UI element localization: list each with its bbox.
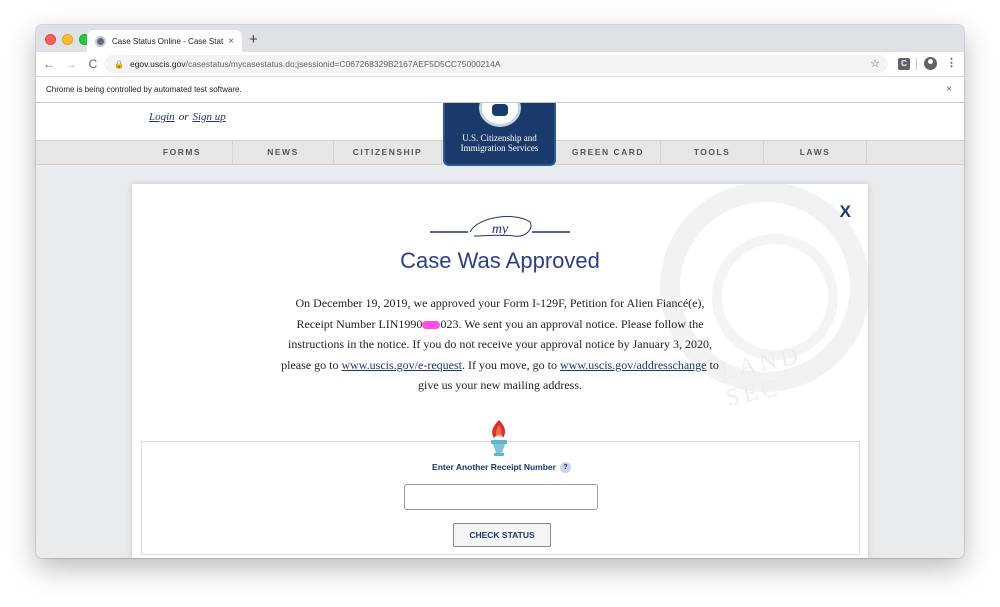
infobar-close-icon[interactable]: ×: [946, 84, 952, 95]
tab-close-icon[interactable]: ×: [228, 36, 234, 47]
status-text-part-3: . If you move, go to: [461, 357, 560, 372]
close-window-button[interactable]: [45, 34, 56, 45]
login-link[interactable]: Login: [149, 111, 175, 123]
receipt-label: Enter Another Receipt Number?: [142, 462, 861, 474]
case-status-text: On December 19, 2019, we approved your F…: [278, 293, 722, 396]
auth-links: Login or Sign up: [149, 111, 226, 123]
forward-button[interactable]: →: [60, 57, 82, 71]
lock-icon: 🔒: [114, 59, 124, 69]
url-path: /casestatus/mycasestatus.do;jsessionid=C…: [185, 59, 501, 69]
dhs-seal-icon: [479, 103, 521, 127]
redaction-mark: [422, 320, 441, 329]
logo-line-1: U.S. Citizenship and: [462, 133, 537, 143]
browser-tab[interactable]: Case Status Online - Case Stat ×: [87, 30, 242, 52]
infobar-message: Chrome is being controlled by automated …: [46, 85, 242, 94]
nav-item-citizenship[interactable]: CITIZENSHIP: [334, 141, 442, 164]
case-status-title: Case Was Approved: [400, 248, 600, 273]
my-ornament-icon: my: [430, 216, 570, 237]
toolbar-divider: [916, 58, 917, 70]
back-button[interactable]: ←: [38, 57, 60, 71]
modal-close-button[interactable]: X: [840, 202, 851, 222]
tab-title: Case Status Online - Case Stat: [112, 36, 224, 46]
browser-window: Case Status Online - Case Stat × + ← → C…: [36, 25, 964, 558]
nav-item-tools[interactable]: TOOLS: [661, 141, 764, 164]
profile-avatar-icon[interactable]: [924, 57, 937, 70]
e-request-link[interactable]: www.uscis.gov/e-request: [341, 358, 462, 372]
extension-icon[interactable]: C: [898, 58, 910, 70]
signup-link[interactable]: Sign up: [192, 111, 225, 123]
bookmark-star-icon[interactable]: ☆: [870, 57, 880, 70]
case-status-modal: LAND SEC X my Case Was Approved On Decem…: [132, 184, 868, 558]
uscis-logo[interactable]: U.S. Citizenship and Immigration Service…: [443, 103, 556, 166]
minimize-window-button[interactable]: [62, 34, 73, 45]
reload-button[interactable]: C: [82, 57, 104, 71]
nav-item-green-card[interactable]: GREEN CARD: [556, 141, 661, 164]
new-tab-button[interactable]: +: [249, 31, 258, 48]
uscis-favicon-icon: [95, 35, 106, 47]
nav-item-news[interactable]: NEWS: [233, 141, 334, 164]
browser-menu-icon[interactable]: ⋮: [946, 56, 957, 69]
auth-or-text: or: [178, 111, 189, 123]
ornament-text: my: [492, 222, 509, 237]
browser-toolbar: ← → C 🔒 egov.uscis.gov/casestatus/mycase…: [36, 52, 964, 76]
check-status-button[interactable]: CHECK STATUS: [453, 523, 551, 547]
logo-text: U.S. Citizenship and Immigration Service…: [445, 133, 554, 153]
automation-infobar: Chrome is being controlled by automated …: [36, 76, 964, 103]
tab-strip: Case Status Online - Case Stat × +: [36, 25, 964, 52]
nav-item-forms[interactable]: FORMS: [132, 141, 233, 164]
logo-line-2: Immigration Services: [460, 143, 539, 153]
url-domain: egov.uscis.gov: [129, 59, 186, 69]
receipt-number-input[interactable]: [404, 484, 598, 510]
receipt-form: Enter Another Receipt Number? CHECK STAT…: [141, 441, 860, 555]
help-icon[interactable]: ?: [559, 462, 571, 474]
receipt-label-text: Enter Another Receipt Number: [432, 462, 556, 472]
page-viewport: Login or Sign up FORMS NEWS CITIZENSHIP GR…: [36, 103, 964, 558]
torch-icon: [491, 420, 507, 456]
address-bar[interactable]: 🔒 egov.uscis.gov/casestatus/mycasestatus…: [104, 55, 888, 73]
nav-item-laws[interactable]: LAWS: [764, 141, 867, 164]
address-change-link[interactable]: www.uscis.gov/addresschange: [560, 358, 707, 372]
